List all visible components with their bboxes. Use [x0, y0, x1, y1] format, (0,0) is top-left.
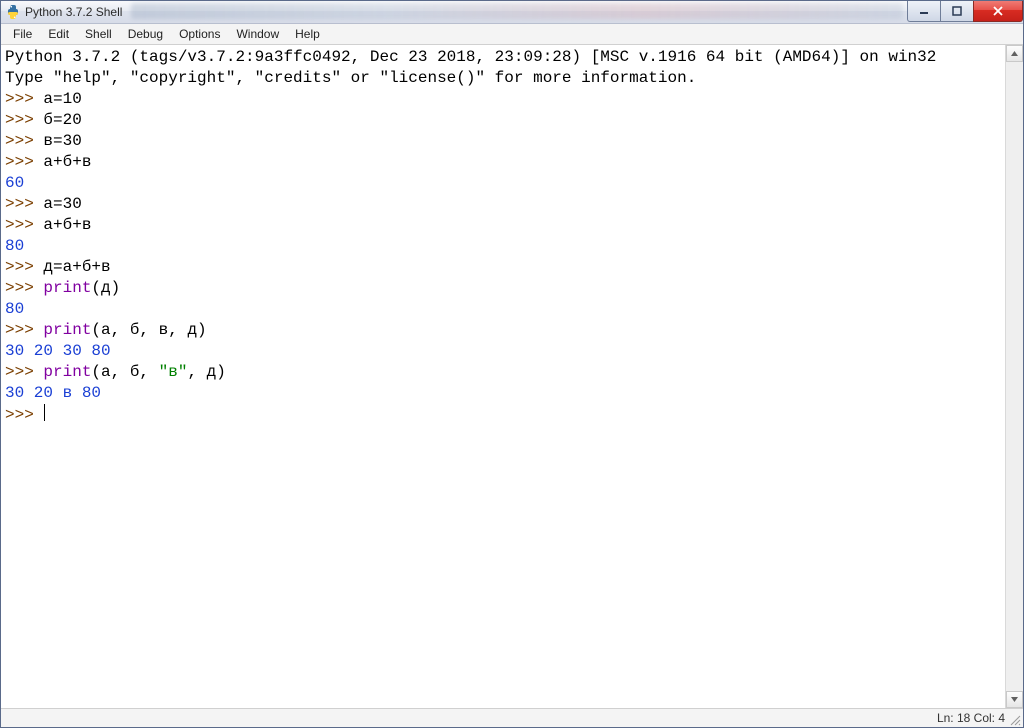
prompt: >>> — [5, 132, 43, 150]
menu-window[interactable]: Window — [228, 25, 287, 43]
scroll-track[interactable] — [1006, 62, 1023, 691]
input-line: д=а+б+в — [43, 258, 110, 276]
chevron-down-icon — [1010, 695, 1019, 704]
editor-area: Python 3.7.2 (tags/v3.7.2:9a3ffc0492, De… — [1, 45, 1023, 708]
prompt: >>> — [5, 406, 43, 424]
banner-line: Type "help", "copyright", "credits" or "… — [5, 69, 696, 87]
prompt: >>> — [5, 195, 43, 213]
maximize-icon — [952, 6, 962, 16]
scroll-up-button[interactable] — [1006, 45, 1023, 62]
prompt: >>> — [5, 90, 43, 108]
builtin: print — [43, 321, 91, 339]
prompt: >>> — [5, 258, 43, 276]
window-controls — [908, 1, 1023, 21]
scroll-down-button[interactable] — [1006, 691, 1023, 708]
string-literal: "в" — [159, 363, 188, 381]
cursor-position: Ln: 18 Col: 4 — [937, 711, 1005, 725]
input-line: (д) — [91, 279, 120, 297]
close-button[interactable] — [973, 1, 1023, 22]
prompt: >>> — [5, 321, 43, 339]
prompt: >>> — [5, 216, 43, 234]
prompt: >>> — [5, 279, 43, 297]
menu-options[interactable]: Options — [171, 25, 228, 43]
titlebar-blur-decor — [131, 3, 903, 19]
input-line: а=30 — [43, 195, 81, 213]
output-line: 60 — [5, 174, 24, 192]
minimize-icon — [919, 6, 929, 16]
input-line: а+б+в — [43, 153, 91, 171]
input-line: в=30 — [43, 132, 81, 150]
text-cursor — [44, 404, 45, 421]
app-window: Python 3.7.2 Shell File Edit Shell Debug… — [0, 0, 1024, 728]
input-line: б=20 — [43, 111, 81, 129]
output-line: 30 20 в 80 — [5, 384, 101, 402]
input-line: (а, б, в, д) — [91, 321, 206, 339]
resize-grip-icon[interactable] — [1009, 714, 1021, 726]
prompt: >>> — [5, 111, 43, 129]
input-line: а+б+в — [43, 216, 91, 234]
title-bar[interactable]: Python 3.7.2 Shell — [1, 1, 1023, 24]
menu-file[interactable]: File — [5, 25, 40, 43]
menu-debug[interactable]: Debug — [120, 25, 171, 43]
status-bar: Ln: 18 Col: 4 — [1, 708, 1023, 727]
menu-help[interactable]: Help — [287, 25, 328, 43]
maximize-button[interactable] — [940, 1, 974, 22]
banner-line: Python 3.7.2 (tags/v3.7.2:9a3ffc0492, De… — [5, 48, 936, 66]
builtin: print — [43, 363, 91, 381]
input-line: (а, б, — [91, 363, 158, 381]
close-icon — [992, 6, 1004, 16]
prompt: >>> — [5, 363, 43, 381]
input-line: , д) — [187, 363, 225, 381]
shell-text[interactable]: Python 3.7.2 (tags/v3.7.2:9a3ffc0492, De… — [1, 45, 1005, 708]
prompt: >>> — [5, 153, 43, 171]
menu-edit[interactable]: Edit — [40, 25, 77, 43]
chevron-up-icon — [1010, 49, 1019, 58]
vertical-scrollbar[interactable] — [1005, 45, 1023, 708]
output-line: 30 20 30 80 — [5, 342, 111, 360]
minimize-button[interactable] — [907, 1, 941, 22]
python-icon — [5, 4, 21, 20]
builtin: print — [43, 279, 91, 297]
menu-shell[interactable]: Shell — [77, 25, 120, 43]
output-line: 80 — [5, 300, 24, 318]
window-title: Python 3.7.2 Shell — [25, 5, 122, 19]
menu-bar: File Edit Shell Debug Options Window Hel… — [1, 24, 1023, 45]
input-line: а=10 — [43, 90, 81, 108]
output-line: 80 — [5, 237, 24, 255]
